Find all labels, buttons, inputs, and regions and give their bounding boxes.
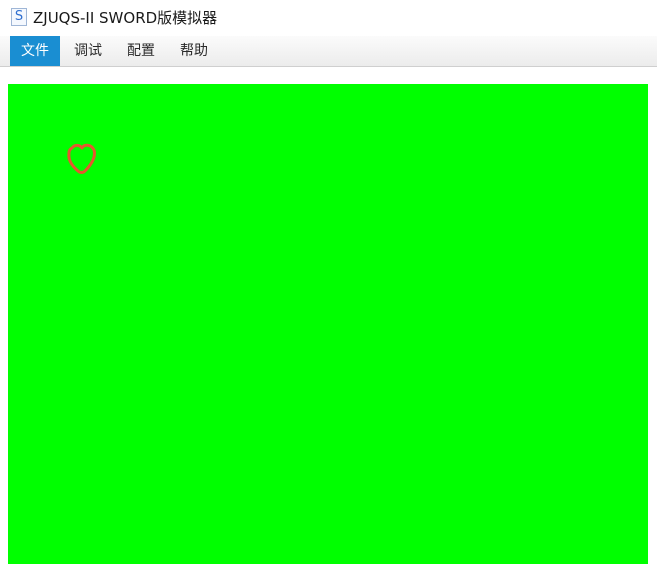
menu-bar: 文件 调试 配置 帮助 [0,36,657,67]
heart-outline-icon [67,143,96,174]
menu-file[interactable]: 文件 [10,36,60,66]
vga-display-canvas[interactable] [8,84,648,564]
menu-config[interactable]: 配置 [116,36,166,66]
title-bar: S ZJUQS-II SWORD版模拟器 [0,0,657,36]
menu-debug[interactable]: 调试 [63,36,113,66]
window-title: ZJUQS-II SWORD版模拟器 [33,9,218,27]
app-icon: S [11,8,27,26]
emulator-window: S ZJUQS-II SWORD版模拟器 文件 调试 配置 帮助 [0,0,657,569]
menu-help[interactable]: 帮助 [169,36,219,66]
